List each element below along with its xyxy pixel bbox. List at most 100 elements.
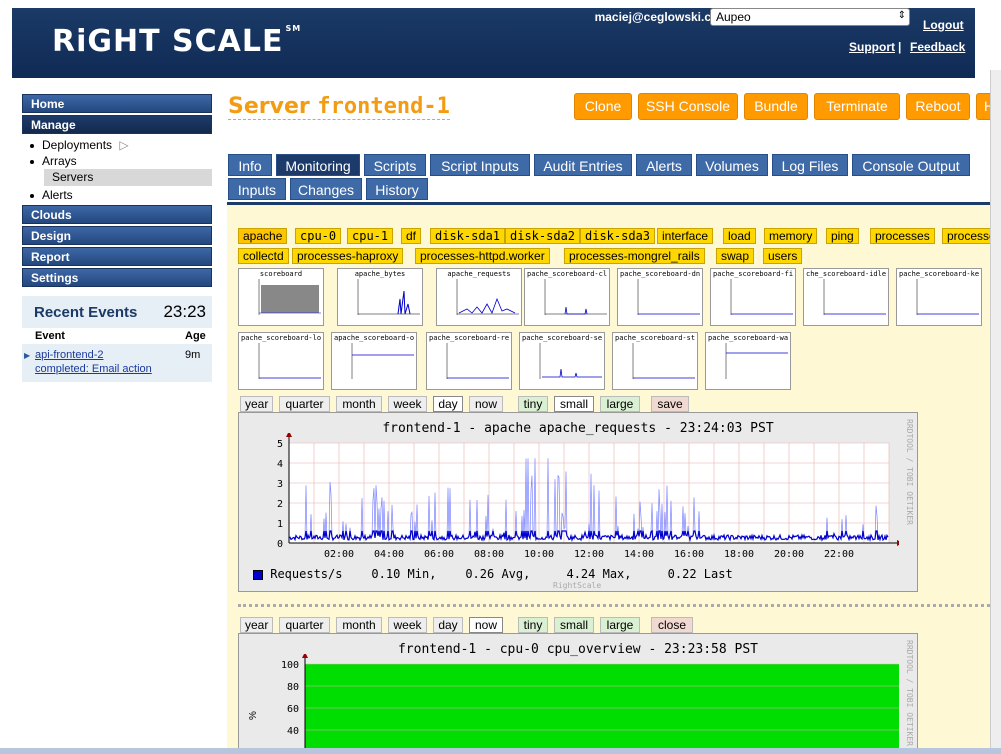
nav-item-deployments[interactable]: Deployments ▷	[30, 138, 129, 152]
plugin-df[interactable]: df	[401, 228, 422, 244]
feedback-link[interactable]: Feedback	[910, 40, 965, 54]
cpu-overview-graph: frontend-1 - cpu-0 cpu_overview - 23:23:…	[238, 633, 918, 754]
thumb-scoreboard-idle-cleanup[interactable]: che_scoreboard-idle_cle	[803, 268, 889, 326]
bundle-button[interactable]: Bundle	[744, 93, 808, 120]
reboot-button[interactable]: Reboot	[906, 93, 970, 120]
thumb-title: apache_requests	[447, 270, 511, 278]
range-week-button-2[interactable]: week	[388, 617, 427, 633]
nav-home[interactable]: Home	[22, 94, 212, 113]
terminate-button[interactable]: Terminate	[814, 93, 900, 120]
plugin-ping[interactable]: ping	[826, 228, 859, 244]
tab-audit-entries[interactable]: Audit Entries	[534, 154, 632, 176]
thumb-scoreboard-sending[interactable]: pache_scoreboard-sendi	[519, 332, 605, 390]
plugin-load[interactable]: load	[723, 228, 756, 244]
thumb-apache-requests[interactable]: apache_requests	[436, 268, 522, 326]
range-year-button[interactable]: year	[240, 396, 273, 412]
plugin-memory[interactable]: memory	[764, 228, 818, 244]
plugin-processes-mongrel-rails[interactable]: processes-mongrel_rails	[564, 248, 705, 264]
thumb-scoreboard-waiting[interactable]: pache_scoreboard-waiti	[705, 332, 791, 390]
tab-info[interactable]: Info	[228, 154, 272, 176]
tab-changes[interactable]: Changes	[290, 178, 362, 200]
plugin-cpu-0[interactable]: cpu-0	[295, 228, 342, 244]
x-tick-label: 14:00	[624, 549, 654, 560]
save-graph-button[interactable]: save	[651, 396, 689, 412]
range-quarter-button[interactable]: quarter	[279, 396, 330, 412]
plugin-disk-sda1[interactable]: disk-sda1	[430, 228, 506, 244]
size-tiny-button[interactable]: tiny	[518, 396, 548, 412]
thumb-apache-bytes[interactable]: apache_bytes	[337, 268, 423, 326]
range-day-button[interactable]: day	[433, 396, 463, 412]
plugin-cpu-1[interactable]: cpu-1	[347, 228, 394, 244]
thumb-scoreboard-open[interactable]: apache_scoreboard-oper	[331, 332, 417, 390]
thumb-scoreboard[interactable]: scoreboard	[238, 268, 324, 326]
tab-scripts[interactable]: Scripts	[364, 154, 426, 176]
event-link-detail[interactable]: completed: Email action	[35, 363, 152, 375]
range-month-button[interactable]: month	[336, 396, 382, 412]
nav-settings[interactable]: Settings	[22, 268, 212, 287]
range-now-button[interactable]: now	[469, 396, 503, 412]
size-small-button-2[interactable]: small	[554, 617, 594, 633]
range-now-button-2[interactable]: now	[469, 617, 503, 633]
thumb-scoreboard-dnslookup[interactable]: pache_scoreboard-dnslo	[617, 268, 703, 326]
thumb-title: apache_bytes	[354, 270, 406, 278]
size-tiny-button-2[interactable]: tiny	[518, 617, 548, 633]
size-small-button[interactable]: small	[554, 396, 594, 412]
graph-plot-area: 0 1 2 3 4 5 02:00 04:00 06:00 08:00 10:00 12:00 14:0…	[277, 433, 899, 560]
tab-script-inputs[interactable]: Script Inputs	[430, 154, 530, 176]
tab-volumes[interactable]: Volumes	[696, 154, 768, 176]
support-link[interactable]: Support	[849, 40, 895, 54]
nav-report[interactable]: Report	[22, 247, 212, 266]
tab-alerts[interactable]: Alerts	[636, 154, 692, 176]
thumb-scoreboard-reading[interactable]: pache_scoreboard-readi	[426, 332, 512, 390]
y-axis-arrow	[302, 654, 308, 658]
range-week-button[interactable]: week	[388, 396, 427, 412]
ssh-console-button[interactable]: SSH Console	[638, 93, 738, 120]
nav-manage[interactable]: Manage	[22, 115, 212, 134]
size-large-button-2[interactable]: large	[600, 617, 640, 633]
plugin-apache[interactable]: apache	[238, 228, 288, 244]
plugin-disk-sda2[interactable]: disk-sda2	[505, 228, 581, 244]
expand-arrow-icon[interactable]: ▷	[119, 138, 128, 152]
close-graph-button[interactable]: close	[651, 617, 693, 633]
tab-history[interactable]: History	[366, 178, 428, 200]
range-year-button-2[interactable]: year	[240, 617, 273, 633]
logout-link[interactable]: Logout	[923, 18, 964, 32]
clone-button[interactable]: Clone	[574, 93, 632, 120]
y-tick-label: 0	[277, 539, 283, 550]
plugin-processes[interactable]: processes	[870, 228, 935, 244]
nav-item-servers[interactable]: Servers	[44, 169, 212, 186]
plugin-collectd[interactable]: collectd	[238, 248, 289, 264]
plugin-users[interactable]: users	[763, 248, 803, 264]
tab-console-output[interactable]: Console Output	[852, 154, 970, 176]
range-day-button-2[interactable]: day	[433, 617, 463, 633]
nav-item-arrays[interactable]: Arrays	[30, 154, 77, 168]
thumb-scoreboard-keepalive[interactable]: pache_scoreboard-keepal	[896, 268, 982, 326]
thumb-scoreboard-closing[interactable]: pache_scoreboard-closi	[524, 268, 610, 326]
nav-item-alerts[interactable]: Alerts	[30, 188, 73, 202]
tab-inputs[interactable]: Inputs	[228, 178, 286, 200]
size-large-button[interactable]: large	[600, 396, 640, 412]
thumb-scoreboard-starting[interactable]: pache_scoreboard-start	[612, 332, 698, 390]
tab-monitoring[interactable]: Monitoring	[276, 154, 360, 176]
rightscale-logo[interactable]: RiGHT SCALE SM	[52, 24, 301, 59]
range-month-button-2[interactable]: month	[336, 617, 382, 633]
plugin-disk-sda3[interactable]: disk-sda3	[580, 228, 656, 244]
bullet-icon	[30, 193, 34, 198]
nav-clouds[interactable]: Clouds	[22, 205, 212, 224]
plugin-interface[interactable]: interface	[657, 228, 714, 244]
plugin-processes-httpd-worker[interactable]: processes-httpd.worker	[415, 248, 550, 264]
nav-design[interactable]: Design	[22, 226, 212, 245]
plugin-swap[interactable]: swap	[716, 248, 755, 264]
thumb-title: pache_scoreboard-loggi	[241, 334, 321, 342]
event-link[interactable]: api-frontend-2	[35, 349, 104, 361]
vertical-scrollbar[interactable]	[990, 70, 1001, 748]
thumb-scoreboard-finishing[interactable]: pache_scoreboard-finish	[710, 268, 796, 326]
tab-log-files[interactable]: Log Files	[772, 154, 848, 176]
thumb-scoreboard-logging[interactable]: pache_scoreboard-loggi	[238, 332, 324, 390]
disclosure-triangle-icon[interactable]: ▶	[24, 351, 30, 360]
range-quarter-button-2[interactable]: quarter	[279, 617, 330, 633]
plugin-processes-haproxy[interactable]: processes-haproxy	[292, 248, 404, 264]
horizontal-scrollbar[interactable]	[0, 748, 1001, 754]
x-tick-label: 20:00	[774, 549, 804, 560]
account-select[interactable]: Aupeo ⇕	[710, 8, 910, 26]
